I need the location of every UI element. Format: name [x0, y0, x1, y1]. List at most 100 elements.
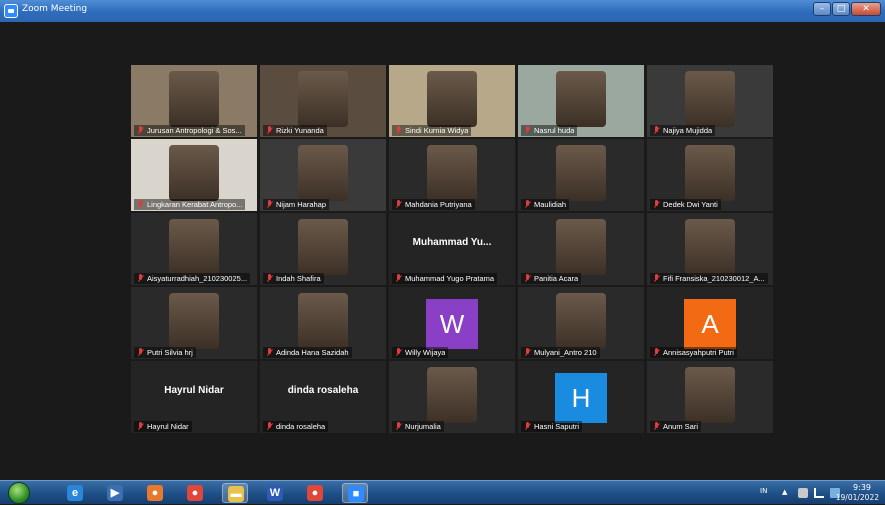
participant-photo: [298, 293, 348, 349]
mic-muted-icon: [266, 200, 273, 209]
name-plate: Lingkaran Kerabat Antropo...: [134, 199, 246, 210]
name-plate: Hayrul Nidar: [134, 421, 192, 432]
participant-tile[interactable]: Adinda Hana Sazidah: [260, 287, 386, 359]
participant-name: Panitia Acara: [534, 274, 579, 283]
name-plate: Muhammad Yugo Pratama: [392, 273, 498, 284]
participant-photo: [298, 145, 348, 201]
name-plate: Nurjumalia: [392, 421, 444, 432]
participant-tile[interactable]: Maulidiah: [518, 139, 644, 211]
name-plate: Annisasyahputri Putri: [650, 347, 737, 358]
participant-tile[interactable]: Nasrul huda: [518, 65, 644, 137]
participant-tile[interactable]: Rizki Yunanda: [260, 65, 386, 137]
minimize-button[interactable]: –: [813, 2, 831, 16]
participant-name: Willy Wijaya: [405, 348, 446, 357]
participant-photo: [427, 367, 477, 423]
participant-tile[interactable]: Aisyaturradhiah_210230025...: [131, 213, 257, 285]
name-plate: Fifi Fransiska_210230012_A...: [650, 273, 768, 284]
participant-tile[interactable]: Lingkaran Kerabat Antropo...: [131, 139, 257, 211]
participant-photo: [427, 145, 477, 201]
participant-tile[interactable]: Nijam Harahap: [260, 139, 386, 211]
taskbar-app-button[interactable]: e: [62, 483, 88, 503]
participant-photo: [556, 219, 606, 275]
mic-muted-icon: [395, 274, 402, 283]
participant-name: Nurjumalia: [405, 422, 441, 431]
participant-avatar: W: [426, 299, 478, 349]
participant-name: Mahdania Putriyana: [405, 200, 472, 209]
mic-muted-icon: [653, 126, 660, 135]
taskbar-app-button[interactable]: ●: [142, 483, 168, 503]
participant-display-name: Muhammad Yu...: [412, 237, 492, 248]
network-icon[interactable]: [814, 488, 824, 498]
participant-tile[interactable]: Putri Silvia hrj: [131, 287, 257, 359]
participant-tile[interactable]: Panitia Acara: [518, 213, 644, 285]
participant-tile[interactable]: Mulyani_Antro 210: [518, 287, 644, 359]
window-title: Zoom Meeting: [22, 4, 88, 14]
internet-explorer-icon: e: [67, 485, 83, 501]
mic-muted-icon: [395, 126, 402, 135]
taskbar-app-button[interactable]: ■: [342, 483, 368, 503]
name-plate: Nasrul huda: [521, 125, 578, 136]
mic-muted-icon: [395, 348, 402, 357]
participant-name: Annisasyahputri Putri: [663, 348, 734, 357]
mic-muted-icon: [524, 348, 531, 357]
participant-tile[interactable]: Anum Sari: [647, 361, 773, 433]
participant-photo: [685, 219, 735, 275]
language-indicator[interactable]: IN: [760, 487, 767, 495]
close-button[interactable]: ✕: [851, 2, 881, 16]
taskbar-app-button[interactable]: ▬: [222, 483, 248, 503]
mic-muted-icon: [137, 422, 144, 431]
name-plate: Aisyaturradhiah_210230025...: [134, 273, 251, 284]
participant-tile[interactable]: A Annisasyahputri Putri: [647, 287, 773, 359]
participant-tile[interactable]: Dedek Dwi Yanti: [647, 139, 773, 211]
mic-muted-icon: [653, 200, 660, 209]
clock-time[interactable]: 9:39: [853, 483, 871, 492]
maximize-button[interactable]: □: [832, 2, 850, 16]
name-plate: Putri Silvia hrj: [134, 347, 196, 358]
participant-name: Mulyani_Antro 210: [534, 348, 597, 357]
show-hidden-icons-icon[interactable]: ▲: [782, 488, 792, 498]
participant-tile[interactable]: Jurusan Antropologi & Sos...: [131, 65, 257, 137]
taskbar-app-button[interactable]: W: [262, 483, 288, 503]
participant-name: Adinda Hana Sazidah: [276, 348, 349, 357]
participant-photo: [556, 293, 606, 349]
name-plate: Anum Sari: [650, 421, 702, 432]
name-plate: Mulyani_Antro 210: [521, 347, 600, 358]
participant-tile[interactable]: H Hasni Saputri: [518, 361, 644, 433]
participant-name: Muhammad Yugo Pratama: [405, 274, 495, 283]
mic-muted-icon: [266, 274, 273, 283]
participant-tile[interactable]: Sindi Kurnia Widya: [389, 65, 515, 137]
name-plate: Adinda Hana Sazidah: [263, 347, 352, 358]
participant-tile[interactable]: dinda rosaleha dinda rosaleha: [260, 361, 386, 433]
mic-muted-icon: [653, 348, 660, 357]
name-plate: Nijam Harahap: [263, 199, 330, 210]
participant-tile[interactable]: Najiya Mujidda: [647, 65, 773, 137]
mic-muted-icon: [266, 422, 273, 431]
name-plate: dinda rosaleha: [263, 421, 329, 432]
file-explorer-icon: ▬: [228, 486, 244, 502]
participant-avatar: A: [684, 299, 736, 349]
firefox-icon: ●: [147, 485, 163, 501]
mic-muted-icon: [524, 422, 531, 431]
name-plate: Hasni Saputri: [521, 421, 583, 432]
zoom-window: Zoom Meeting – □ ✕ Jurusan Antropologi &…: [0, 0, 885, 480]
participant-tile[interactable]: Fifi Fransiska_210230012_A...: [647, 213, 773, 285]
participant-name: Lingkaran Kerabat Antropo...: [147, 200, 243, 209]
participant-tile[interactable]: Muhammad Yu... Muhammad Yugo Pratama: [389, 213, 515, 285]
start-button[interactable]: [8, 482, 30, 504]
chrome-icon-2: ●: [307, 485, 323, 501]
taskbar-app-button[interactable]: ●: [182, 483, 208, 503]
participant-tile[interactable]: W Willy Wijaya: [389, 287, 515, 359]
clock-date[interactable]: 19/01/2022: [836, 493, 879, 502]
mic-muted-icon: [137, 126, 144, 135]
action-center-icon[interactable]: [798, 488, 808, 498]
participant-tile[interactable]: Indah Shafira: [260, 213, 386, 285]
name-plate: Indah Shafira: [263, 273, 324, 284]
participant-tile[interactable]: Nurjumalia: [389, 361, 515, 433]
mic-muted-icon: [524, 200, 531, 209]
taskbar-app-button[interactable]: ●: [302, 483, 328, 503]
taskbar-app-button[interactable]: ▶: [102, 483, 128, 503]
participant-tile[interactable]: Hayrul Nidar Hayrul Nidar: [131, 361, 257, 433]
participant-photo: [169, 71, 219, 127]
participant-name: Nijam Harahap: [276, 200, 327, 209]
participant-tile[interactable]: Mahdania Putriyana: [389, 139, 515, 211]
